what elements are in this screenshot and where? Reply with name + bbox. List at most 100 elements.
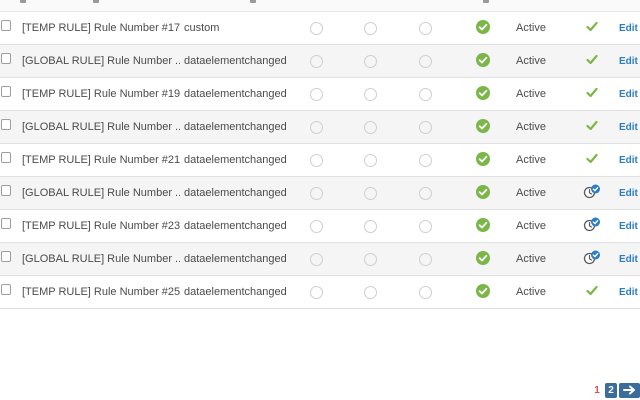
- row-checkbox[interactable]: [1, 52, 11, 64]
- empty-circle-icon: [418, 54, 432, 68]
- event-type: dataelementchanged: [184, 121, 287, 133]
- table-row[interactable]: [TEMP RULE] Rule Number #17 custom Active E…: [0, 12, 640, 45]
- rule-name[interactable]: [GLOBAL RULE] Rule Number ...: [22, 243, 180, 275]
- env-cell: [416, 12, 434, 44]
- publish-status-cell: [582, 177, 602, 209]
- empty-circle-icon: [363, 252, 377, 266]
- rule-name[interactable]: [TEMP RULE] Rule Number #19: [22, 78, 180, 110]
- env-cell: [361, 243, 379, 275]
- rule-name[interactable]: [GLOBAL RULE] Rule Number ...: [22, 45, 180, 77]
- empty-circle-icon: [418, 285, 432, 299]
- row-select-cell: [1, 111, 11, 143]
- env-cell: [307, 210, 325, 242]
- rule-name[interactable]: [TEMP RULE] Rule Number #25: [22, 276, 180, 308]
- edit-link[interactable]: Edit: [619, 276, 639, 308]
- env-cell: [416, 177, 434, 209]
- rule-name[interactable]: [TEMP RULE] Rule Number #23: [22, 210, 180, 242]
- sort-arrow-icon[interactable]: [483, 0, 489, 3]
- row-select-cell: [1, 276, 11, 308]
- check-circle-icon: [476, 52, 490, 70]
- table-row[interactable]: [GLOBAL RULE] Rule Number ... dataelement…: [0, 243, 640, 276]
- publish-status-cell: [582, 111, 602, 143]
- env-cell: [307, 243, 325, 275]
- row-checkbox[interactable]: [1, 85, 11, 97]
- env-cell: [474, 12, 492, 44]
- publish-status-cell: [582, 144, 602, 176]
- rule-name[interactable]: [GLOBAL RULE] Rule Number ...: [22, 177, 180, 209]
- edit-link[interactable]: Edit: [619, 144, 639, 176]
- rule-name[interactable]: [TEMP RULE] Rule Number #21: [22, 144, 180, 176]
- next-page-button[interactable]: [619, 382, 640, 398]
- edit-link[interactable]: Edit: [619, 177, 639, 209]
- empty-circle-icon: [309, 186, 323, 200]
- empty-circle-icon: [418, 120, 432, 134]
- empty-circle-icon: [309, 120, 323, 134]
- row-checkbox[interactable]: [1, 151, 11, 163]
- empty-circle-icon: [309, 87, 323, 101]
- empty-circle-icon: [309, 21, 323, 35]
- status-text: Active: [516, 220, 546, 232]
- rule-name[interactable]: [GLOBAL RULE] Rule Number ...: [22, 111, 180, 143]
- published-check-icon: [586, 87, 598, 101]
- env-cell: [307, 12, 325, 44]
- rule-name[interactable]: [TEMP RULE] Rule Number #17: [22, 12, 180, 44]
- row-checkbox[interactable]: [1, 118, 11, 130]
- table-row[interactable]: [GLOBAL RULE] Rule Number ... dataelement…: [0, 111, 640, 144]
- edit-link[interactable]: Edit: [619, 111, 639, 143]
- table-row[interactable]: [TEMP RULE] Rule Number #19 dataelementch…: [0, 78, 640, 111]
- publish-status-cell: [582, 45, 602, 77]
- publish-status-cell: [582, 210, 602, 242]
- table-row[interactable]: [TEMP RULE] Rule Number #21 dataelementch…: [0, 144, 640, 177]
- arrow-right-icon: [622, 385, 635, 395]
- env-cell: [307, 111, 325, 143]
- empty-circle-icon: [363, 54, 377, 68]
- sort-arrow-icon[interactable]: [93, 0, 99, 3]
- empty-circle-icon: [418, 153, 432, 167]
- status-text: Active: [516, 154, 546, 166]
- pending-publish-icon: [583, 250, 601, 268]
- env-cell: [307, 276, 325, 308]
- empty-circle-icon: [309, 54, 323, 68]
- table-row[interactable]: [TEMP RULE] Rule Number #25 dataelementch…: [0, 276, 640, 309]
- pending-publish-icon: [583, 217, 601, 235]
- edit-link[interactable]: Edit: [619, 78, 639, 110]
- edit-link[interactable]: Edit: [619, 243, 639, 275]
- env-cell: [474, 243, 492, 275]
- empty-circle-icon: [418, 252, 432, 266]
- page-1-link[interactable]: 1: [591, 383, 603, 398]
- sort-arrow-icon[interactable]: [20, 0, 26, 3]
- table-header-strip: [0, 0, 640, 12]
- table-row[interactable]: [GLOBAL RULE] Rule Number ... dataelement…: [0, 177, 640, 210]
- table-row[interactable]: [TEMP RULE] Rule Number #23 dataelementch…: [0, 210, 640, 243]
- empty-circle-icon: [418, 21, 432, 35]
- edit-link[interactable]: Edit: [619, 210, 639, 242]
- event-type: dataelementchanged: [184, 154, 287, 166]
- pending-publish-icon: [583, 184, 601, 202]
- row-checkbox[interactable]: [1, 250, 11, 262]
- publish-status-cell: [582, 12, 602, 44]
- page-2-current[interactable]: 2: [605, 382, 617, 398]
- row-select-cell: [1, 177, 11, 209]
- row-select-cell: [1, 12, 11, 44]
- env-cell: [474, 177, 492, 209]
- empty-circle-icon: [363, 120, 377, 134]
- empty-circle-icon: [363, 87, 377, 101]
- env-cell: [361, 144, 379, 176]
- row-checkbox[interactable]: [1, 217, 11, 229]
- env-cell: [307, 144, 325, 176]
- row-select-cell: [1, 78, 11, 110]
- table-row[interactable]: [GLOBAL RULE] Rule Number ... dataelement…: [0, 45, 640, 78]
- published-check-icon: [586, 21, 598, 35]
- row-checkbox[interactable]: [1, 19, 11, 31]
- row-checkbox[interactable]: [1, 283, 11, 295]
- sort-arrow-icon[interactable]: [250, 0, 256, 3]
- env-cell: [416, 45, 434, 77]
- edit-link[interactable]: Edit: [619, 45, 639, 77]
- status-text: Active: [516, 286, 546, 298]
- published-check-icon: [586, 120, 598, 134]
- publish-status-cell: [582, 276, 602, 308]
- row-checkbox[interactable]: [1, 184, 11, 196]
- edit-link[interactable]: Edit: [619, 12, 639, 44]
- env-cell: [416, 111, 434, 143]
- env-cell: [361, 177, 379, 209]
